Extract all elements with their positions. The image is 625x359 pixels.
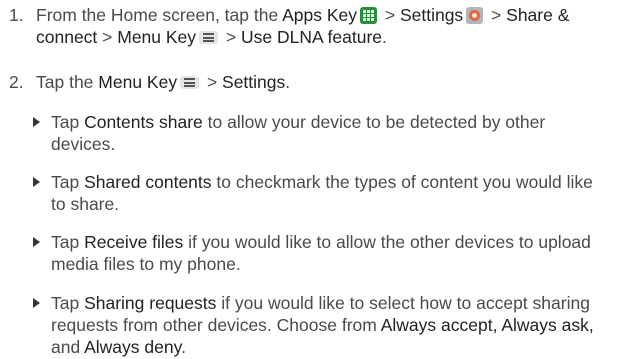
settings-gear-icon (466, 7, 484, 24)
instructions-page: 1. From the Home screen, tap the Apps Ke… (0, 0, 625, 359)
bullet-term: Shared contents (84, 172, 212, 192)
settings-label: Settings (399, 5, 464, 25)
apps-grid-icon (360, 7, 377, 24)
step-text: From the Home screen, tap the Apps Key >… (36, 5, 570, 47)
step-number: 1. (9, 5, 24, 25)
menu-key-label: Menu Key (98, 72, 178, 92)
bullet-term: Receive files (84, 232, 184, 252)
menu-key-label: Menu Key (117, 27, 197, 47)
apps-key-label: Apps Key (282, 5, 357, 25)
bullet-receive-files: Tap Receive files if you would like to a… (27, 231, 611, 275)
option-always-deny: Always deny (84, 337, 182, 357)
option-always-ask: Always ask, (501, 315, 594, 335)
menu-key-icon (180, 76, 200, 89)
option-always-accept: Always accept, (380, 315, 498, 335)
bullet-sharing-requests: Tap Sharing requests if you would like t… (27, 292, 611, 358)
use-dlna-label: Use DLNA feature (241, 27, 383, 47)
bullet-shared-contents: Tap Shared contents to checkmark the typ… (27, 171, 611, 215)
step-2: 2. Tap the Menu Key > Settings. (9, 71, 617, 93)
settings-label: Settings (222, 72, 286, 92)
bullet-term: Contents share (84, 112, 203, 132)
step-1: 1. From the Home screen, tap the Apps Ke… (9, 4, 617, 48)
step-text: Tap the Menu Key > Settings. (36, 72, 291, 92)
bullet-arrow-icon (33, 298, 40, 308)
menu-key-icon (199, 31, 219, 44)
bullet-arrow-icon (33, 237, 40, 247)
bullet-arrow-icon (33, 177, 40, 187)
step-number: 2. (9, 72, 24, 92)
bullet-arrow-icon (33, 117, 40, 127)
bullet-contents-share: Tap Contents share to allow your device … (27, 111, 611, 155)
bullet-term: Sharing requests (84, 293, 217, 313)
